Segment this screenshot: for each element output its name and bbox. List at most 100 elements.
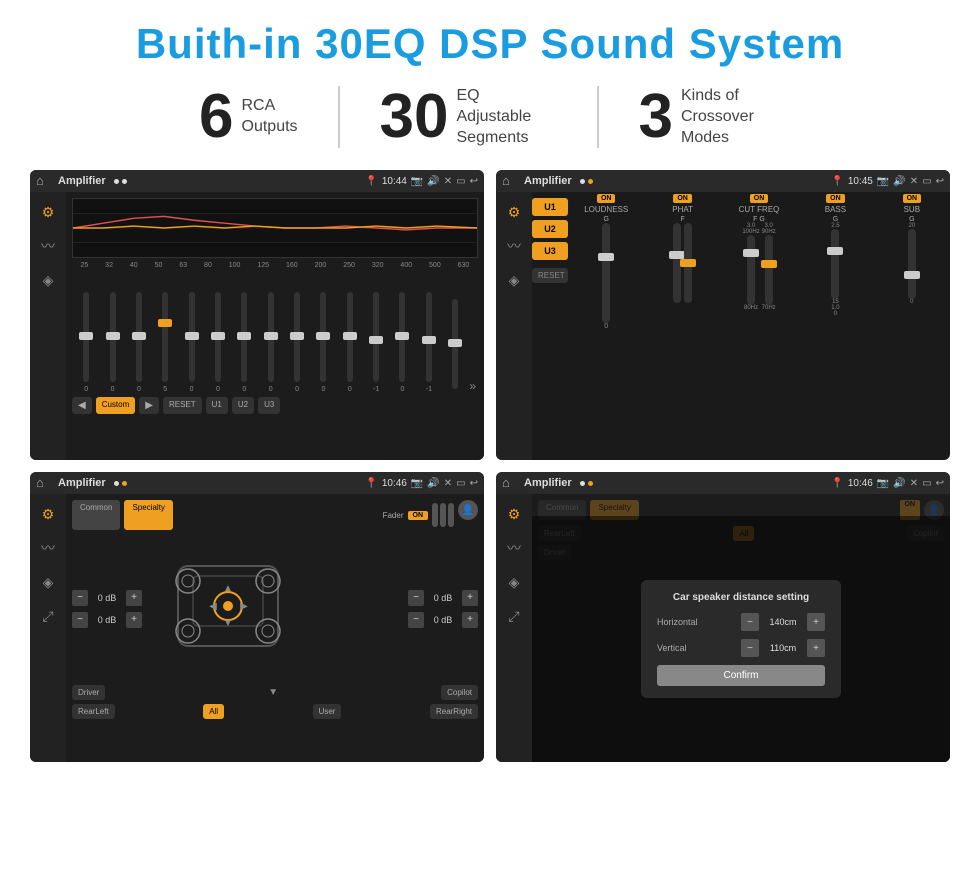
- camera-icon-2: 📷: [877, 176, 889, 187]
- vol-row-1: − 0 dB +: [72, 590, 142, 606]
- phat-slider-2[interactable]: [684, 223, 692, 303]
- tab-common[interactable]: Common: [72, 500, 120, 530]
- tab-specialty[interactable]: Specialty: [124, 500, 172, 530]
- vertical-minus[interactable]: −: [741, 639, 759, 657]
- eq-sliders-row: 0 0 0 5 0 0 0 0 0 0 0 -1 0 -1: [72, 273, 478, 393]
- slider-4[interactable]: 5: [153, 292, 177, 393]
- crossover-screen-content: ⚙ 〰 ◈ U1 U2 U3 RESET ON LOUDNESS: [496, 192, 950, 460]
- preset-u3[interactable]: U3: [532, 242, 568, 260]
- custom-btn[interactable]: Custom: [96, 397, 136, 414]
- cutfreq-slider-1[interactable]: [747, 235, 755, 305]
- eq-sidebar-wave-icon[interactable]: 〰: [36, 234, 60, 258]
- fader-expand-icon[interactable]: ⤢: [36, 604, 60, 628]
- fader-speaker-icon[interactable]: ◈: [36, 570, 60, 594]
- loudness-on[interactable]: ON: [597, 194, 616, 203]
- dialog-horizontal-row: Horizontal − 140cm +: [657, 613, 825, 631]
- back-icon-2[interactable]: ↩: [936, 176, 944, 187]
- dlg-wave-icon[interactable]: 〰: [502, 536, 526, 560]
- reset-btn-eq[interactable]: RESET: [163, 397, 202, 414]
- horizontal-minus[interactable]: −: [741, 613, 759, 631]
- slider-9[interactable]: 0: [285, 292, 309, 393]
- fader-eq-icon[interactable]: ⚙: [36, 502, 60, 526]
- vol-plus-1[interactable]: +: [126, 590, 142, 606]
- fader-mini-1[interactable]: [432, 503, 438, 527]
- prev-arrow[interactable]: ◀: [72, 397, 92, 414]
- sub-slider[interactable]: [908, 229, 916, 299]
- eq-sidebar-eq-icon[interactable]: ⚙: [36, 200, 60, 224]
- channel-cutfreq: ON CUT FREQ F G 3.0 100Hz 80Hz: [723, 194, 795, 458]
- preset-u1[interactable]: U1: [532, 198, 568, 216]
- dot-s2-1: [580, 179, 585, 184]
- user-label[interactable]: User: [313, 704, 342, 719]
- dlg-speaker-icon[interactable]: ◈: [502, 570, 526, 594]
- bass-slider[interactable]: [831, 229, 839, 299]
- slider-6[interactable]: 0: [206, 292, 230, 393]
- next-arrow[interactable]: ▶: [139, 397, 159, 414]
- fader-mini-3[interactable]: [448, 503, 454, 527]
- time-1: 10:44: [382, 176, 407, 187]
- freq-400: 400: [400, 262, 412, 269]
- rearleft-label[interactable]: RearLeft: [72, 704, 115, 719]
- slider-11[interactable]: 0: [338, 292, 362, 393]
- home-icon-3[interactable]: ⌂: [36, 475, 52, 491]
- fader-mini-2[interactable]: [440, 503, 446, 527]
- person-icon[interactable]: 👤: [458, 500, 478, 520]
- dlg-eq-icon[interactable]: ⚙: [502, 502, 526, 526]
- u3-btn[interactable]: U3: [258, 397, 280, 414]
- back-icon-3[interactable]: ↩: [470, 478, 478, 489]
- slider-10[interactable]: 0: [311, 292, 335, 393]
- window-icon-3: ▭: [456, 478, 465, 489]
- freq-63: 63: [179, 262, 187, 269]
- slider-14[interactable]: -1: [417, 292, 441, 393]
- cutfreq-slider-2[interactable]: [765, 235, 773, 305]
- vol-minus-3[interactable]: −: [408, 590, 424, 606]
- back-icon-4[interactable]: ↩: [936, 478, 944, 489]
- slider-12[interactable]: -1: [364, 292, 388, 393]
- vol-minus-4[interactable]: −: [408, 612, 424, 628]
- slider-2[interactable]: 0: [100, 292, 124, 393]
- home-icon-2[interactable]: ⌂: [502, 173, 518, 189]
- vertical-plus[interactable]: +: [807, 639, 825, 657]
- loudness-slider[interactable]: [602, 223, 610, 323]
- slider-13[interactable]: 0: [390, 292, 414, 393]
- slider-8[interactable]: 0: [259, 292, 283, 393]
- slider-7[interactable]: 0: [232, 292, 256, 393]
- copilot-label[interactable]: Copilot: [441, 685, 478, 700]
- eq-sidebar-speaker-icon[interactable]: ◈: [36, 268, 60, 292]
- u2-btn[interactable]: U2: [232, 397, 254, 414]
- eq-graph: [72, 198, 478, 258]
- vol-plus-4[interactable]: +: [462, 612, 478, 628]
- vol-minus-1[interactable]: −: [72, 590, 88, 606]
- dlg-expand-icon[interactable]: ⤢: [502, 604, 526, 628]
- window-icon: ▭: [456, 176, 465, 187]
- back-icon[interactable]: ↩: [470, 176, 478, 187]
- dialog-screen: ⌂ Amplifier 📍 10:46 📷 🔊 ✕ ▭ ↩ ⚙ 〰: [496, 472, 950, 762]
- fader-wave-icon[interactable]: 〰: [36, 536, 60, 560]
- cutfreq-on[interactable]: ON: [750, 194, 769, 203]
- preset-u2[interactable]: U2: [532, 220, 568, 238]
- slider-15[interactable]: [443, 299, 467, 393]
- xo-wave-icon[interactable]: 〰: [502, 234, 526, 258]
- slider-1[interactable]: 0: [74, 292, 98, 393]
- bass-on[interactable]: ON: [826, 194, 845, 203]
- vol-plus-3[interactable]: +: [462, 590, 478, 606]
- home-icon-4[interactable]: ⌂: [502, 475, 518, 491]
- xo-speaker-icon[interactable]: ◈: [502, 268, 526, 292]
- driver-label[interactable]: Driver: [72, 685, 105, 700]
- slider-5[interactable]: 0: [179, 292, 203, 393]
- vol-row-4: − 0 dB +: [408, 612, 478, 628]
- home-icon-1[interactable]: ⌂: [36, 173, 52, 189]
- sub-on[interactable]: ON: [903, 194, 922, 203]
- xo-eq-icon[interactable]: ⚙: [502, 200, 526, 224]
- slider-3[interactable]: 0: [127, 292, 151, 393]
- horizontal-plus[interactable]: +: [807, 613, 825, 631]
- confirm-button[interactable]: Confirm: [657, 665, 825, 686]
- reset-btn-xo[interactable]: RESET: [532, 268, 568, 283]
- fader-on-badge[interactable]: ON: [408, 511, 429, 520]
- all-label[interactable]: All: [203, 704, 224, 719]
- u1-btn[interactable]: U1: [206, 397, 228, 414]
- vol-minus-2[interactable]: −: [72, 612, 88, 628]
- phat-on[interactable]: ON: [673, 194, 692, 203]
- vol-plus-2[interactable]: +: [126, 612, 142, 628]
- rearright-label[interactable]: RearRight: [430, 704, 478, 719]
